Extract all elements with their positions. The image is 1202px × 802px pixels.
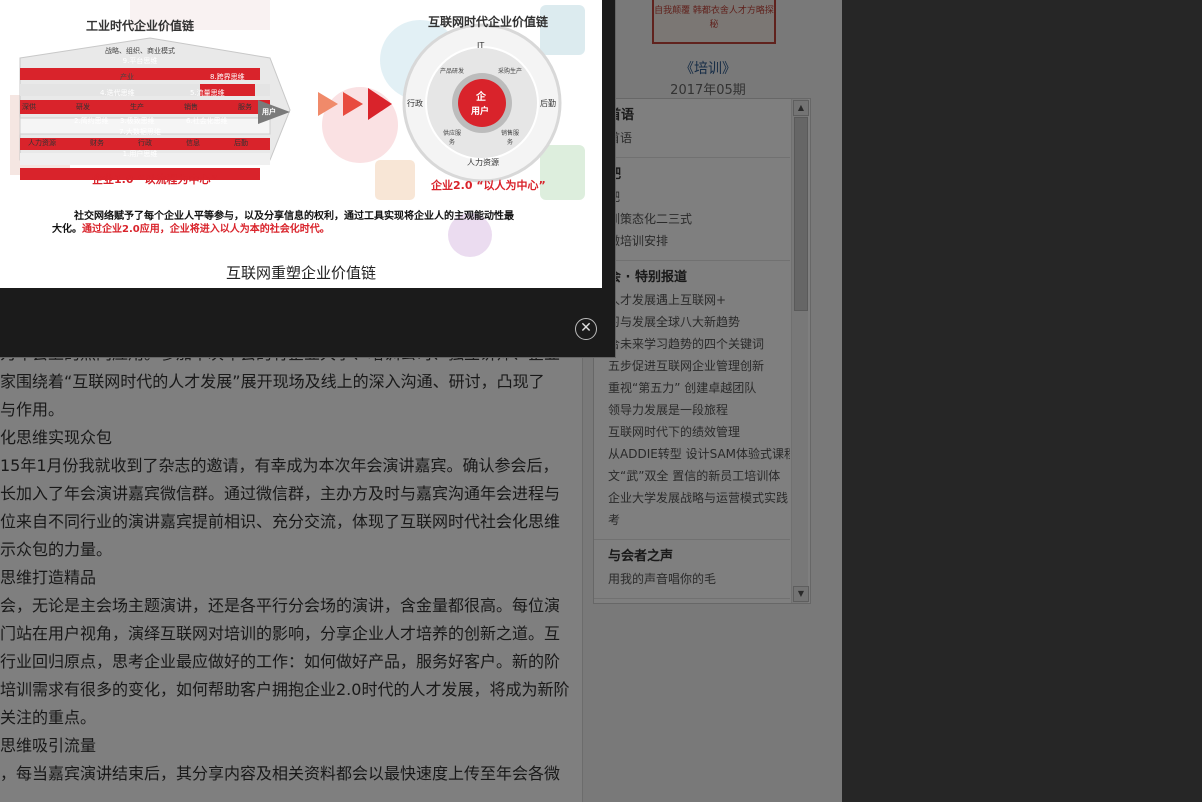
row-industry: 产业 <box>120 73 134 81</box>
row-platform: 9.平台思维 <box>122 57 158 65</box>
value-chain-cell: 研发 <box>76 103 90 111</box>
circle-logistics: 后勤 <box>540 99 556 108</box>
row-support-functions: 人力资源 财务 行政 信息 后勤 <box>28 138 248 148</box>
value-chain-cell: 行政 <box>138 139 152 147</box>
right-caption: 企业2.0 “以人为中心” <box>431 179 546 192</box>
circle-rnd: 产品研发 <box>440 68 465 75</box>
figure-body-line2: 大化。通过企业2.0应用，企业将进入以人为本的社会化时代。 <box>52 220 330 235</box>
figure-body-line2-black: 大化。 <box>52 224 82 235</box>
value-chain-cell: 财务 <box>90 139 104 147</box>
row-value-activities: 深供 研发 生产 销售 服务 <box>22 102 252 112</box>
row-social: 6.社会化思维 <box>186 117 228 125</box>
row-user-tip: 用户 <box>262 108 276 116</box>
circle-it: IT <box>477 41 485 50</box>
figure-body-line2-red: 通过企业2.0应用，企业将进入以人为本的社会化时代。 <box>82 224 330 235</box>
value-chain-cell: 后勤 <box>234 139 248 147</box>
circle-supply: 供应服务 <box>442 130 461 146</box>
figure-caption: 互联网重塑企业价值链 <box>225 264 376 282</box>
row-strategy: 战略、组织、商业模式 <box>105 47 175 55</box>
row-iteration: 4.迭代思维 <box>100 89 135 97</box>
right-diagram-title: 互联网时代企业价值链 <box>428 15 549 29</box>
circle-sales: 销售服务 <box>500 130 519 146</box>
circle-hr: 人力资源 <box>467 158 499 167</box>
lightbox-image: 工业时代企业价值链 互联网时代企业价值链 战略、组织、商业模式 9.平台思维 产… <box>0 0 602 288</box>
value-chain-cell: 销售 <box>184 103 198 111</box>
circle-procurement: 采购生产 <box>498 68 523 75</box>
value-chain-cell: 生产 <box>130 103 144 111</box>
circle-center-mark: 企 <box>476 92 486 103</box>
image-lightbox: 工业时代企业价值链 互联网时代企业价值链 战略、组织、商业模式 9.平台思维 产… <box>0 0 616 358</box>
left-diagram-title: 工业时代企业价值链 <box>86 19 195 33</box>
row-simple: 2.简约思维 <box>74 117 109 125</box>
row-extreme: 3.极致思维 <box>120 117 155 125</box>
close-icon[interactable]: ✕ <box>575 318 597 340</box>
row-traffic: 5.流量思维 <box>190 89 225 97</box>
value-chain-cell: 服务 <box>238 103 252 111</box>
value-chain-cell: 信息 <box>186 139 200 147</box>
row-bigdata: 7.大数据思维 <box>119 128 161 136</box>
circle-admin: 行政 <box>407 99 423 108</box>
value-chain-cell: 人力资源 <box>28 139 56 147</box>
circle-center-user: 用户 <box>471 107 490 117</box>
row-user-thinking: 1.用户思维 <box>122 150 158 158</box>
left-caption: 企业1.0 “以流程为中心” <box>92 173 218 186</box>
value-chain-cell: 深供 <box>22 103 36 111</box>
row-crossover: 8.跨界思维 <box>210 73 245 81</box>
